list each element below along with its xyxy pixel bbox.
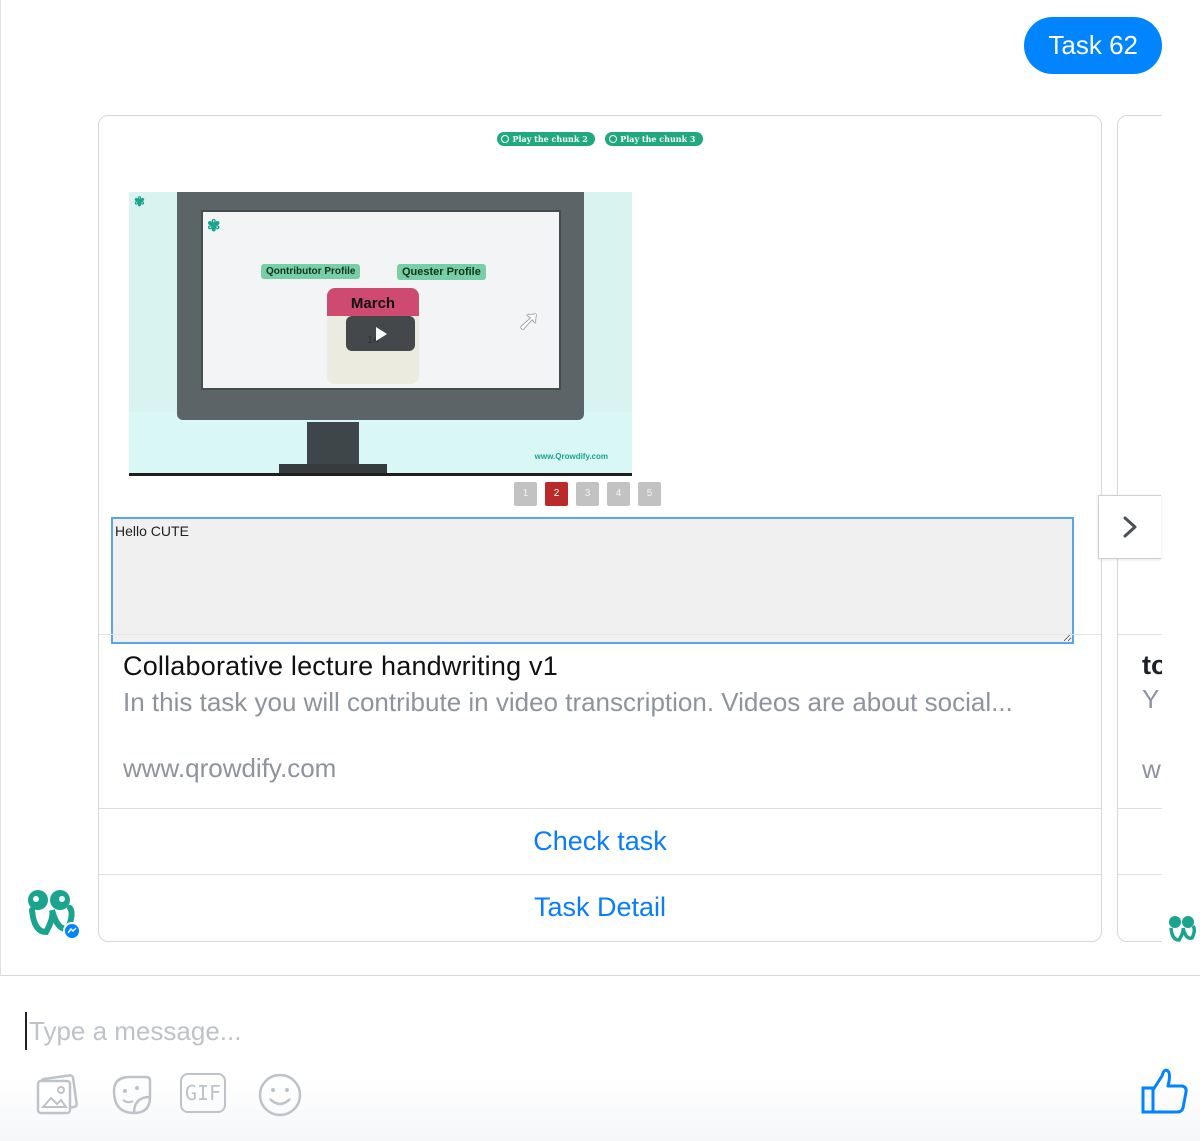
- left-border: [0, 0, 1, 975]
- page-button-2[interactable]: 2: [545, 482, 568, 506]
- play-chunk-2-label: Play the chunk 2: [512, 134, 588, 144]
- bot-avatar: [28, 890, 80, 940]
- thumbs-up-icon[interactable]: [1140, 1066, 1190, 1116]
- sticker-icon[interactable]: [108, 1071, 156, 1119]
- emoji-icon[interactable]: [256, 1071, 304, 1119]
- task-detail-button[interactable]: Task Detail: [99, 874, 1101, 940]
- page-button-5[interactable]: 5: [638, 482, 661, 506]
- message-input[interactable]: [25, 1012, 1131, 1050]
- video-player[interactable]: ✾ ✾ Qontributor Profile Quester Profile …: [129, 192, 632, 476]
- message-composer: GIF: [0, 975, 1200, 1141]
- card-title: Collaborative lecture handwriting v1: [123, 651, 558, 681]
- bot-avatar-small: [1169, 916, 1197, 942]
- chunk-buttons: Play the chunk 2 Play the chunk 3: [99, 129, 1101, 147]
- play-circle-icon: [609, 135, 618, 143]
- gif-icon: GIF: [184, 1081, 222, 1105]
- next-card-domain: w: [1142, 754, 1161, 784]
- video-tag-quester: Quester Profile: [397, 264, 486, 280]
- outgoing-message-bubble[interactable]: Task 62: [1024, 17, 1162, 74]
- page-button-4[interactable]: 4: [607, 482, 630, 506]
- gif-button[interactable]: GIF: [180, 1073, 226, 1113]
- card-domain: www.qrowdify.com: [123, 753, 337, 783]
- play-chunk-2-button[interactable]: Play the chunk 2: [497, 132, 595, 146]
- page-button-3[interactable]: 3: [576, 482, 599, 506]
- calendar-month: March: [327, 288, 419, 316]
- video-progress-bar[interactable]: [129, 473, 632, 476]
- page-button-1[interactable]: 1: [514, 482, 537, 506]
- cursor-arrow-icon: ➚: [517, 305, 541, 336]
- video-tag-contributor: Qontributor Profile: [261, 264, 361, 279]
- card-description: In this task you will contribute in vide…: [123, 687, 1013, 717]
- qrowdify-logo-icon: ✾: [207, 218, 221, 235]
- video-watermark: www.Qrowdify.com: [534, 452, 608, 461]
- play-circle-icon: [501, 135, 510, 143]
- check-task-button[interactable]: Check task: [99, 808, 1101, 874]
- photo-icon[interactable]: [34, 1071, 82, 1119]
- task-card: Play the chunk 2 Play the chunk 3 ✾ ✾ Qo…: [98, 115, 1102, 942]
- qrowdify-logo-icon: ✾: [134, 194, 145, 209]
- card-info: Collaborative lecture handwriting v1 In …: [99, 634, 1101, 808]
- chevron-right-icon: [1123, 516, 1137, 538]
- next-card-description: Y: [1142, 684, 1160, 714]
- carousel-next-button[interactable]: [1098, 495, 1161, 559]
- play-chunk-3-label: Play the chunk 3: [620, 134, 696, 144]
- pagination: 1 2 3 4 5: [514, 482, 661, 506]
- play-chunk-3-button[interactable]: Play the chunk 3: [605, 132, 703, 146]
- play-button-icon[interactable]: [346, 316, 415, 351]
- viewport-edge: [1162, 100, 1200, 960]
- transcription-textarea[interactable]: Hello CUTE: [111, 517, 1074, 644]
